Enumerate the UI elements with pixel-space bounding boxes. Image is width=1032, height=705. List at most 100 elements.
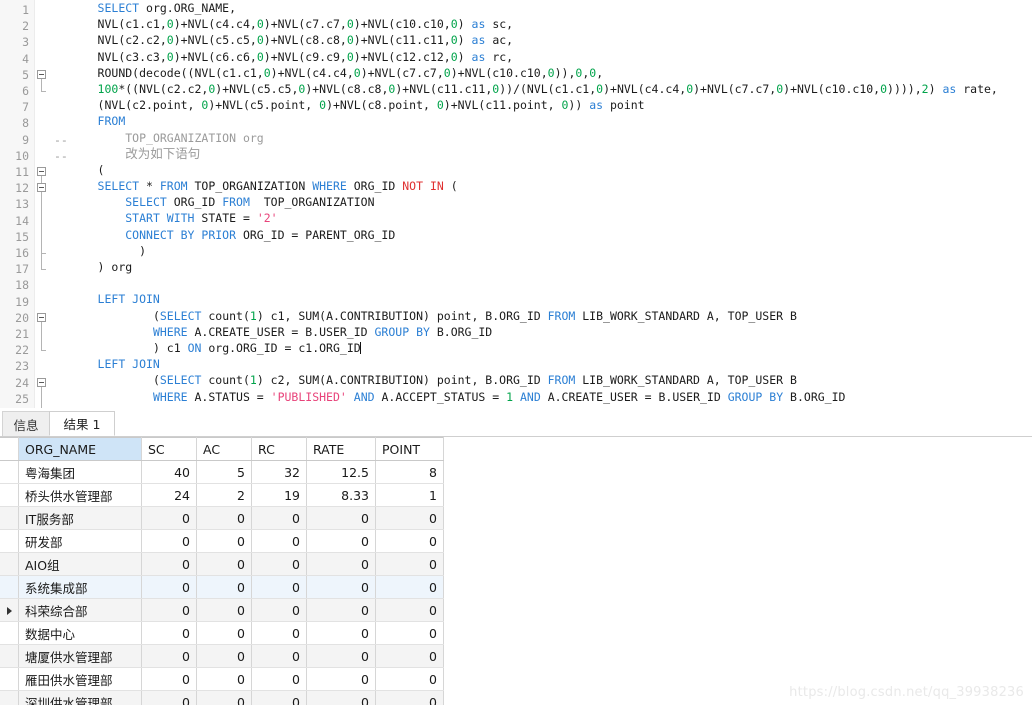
fold-toggle-icon[interactable] <box>37 167 46 176</box>
code-fold-column[interactable] <box>34 0 54 408</box>
row-indicator[interactable] <box>0 483 19 507</box>
cell-point[interactable]: 0 <box>375 552 444 576</box>
cell-sc[interactable]: 0 <box>141 529 197 553</box>
table-row[interactable]: IT服务部 0 0 0 0 0 <box>0 506 444 530</box>
cell-ac[interactable]: 5 <box>196 460 252 484</box>
cell-org_name[interactable]: IT服务部 <box>18 506 142 530</box>
cell-sc[interactable]: 0 <box>141 690 197 705</box>
cell-org_name[interactable]: 雁田供水管理部 <box>18 667 142 691</box>
cell-sc[interactable]: 0 <box>141 552 197 576</box>
cell-rate[interactable]: 0 <box>306 667 376 691</box>
cell-org_name[interactable]: AIO组 <box>18 552 142 576</box>
code-line[interactable]: NVL(c3.c3,0)+NVL(c6.c6,0)+NVL(c9.c9,0)+N… <box>56 49 1032 65</box>
row-indicator[interactable] <box>0 460 19 484</box>
code-line[interactable]: ( <box>56 162 1032 178</box>
cell-rate[interactable]: 0 <box>306 529 376 553</box>
cell-rate[interactable]: 0 <box>306 575 376 599</box>
code-line[interactable]: ) org <box>56 259 1032 275</box>
cell-ac[interactable]: 0 <box>196 690 252 705</box>
code-line[interactable]: ) c1 ON org.ORG_ID = c1.ORG_ID <box>56 340 1032 356</box>
result-grid[interactable]: ORG_NAME SC AC RC RATE POINT 粤海集团 40 5 32 12.5 8 桥头… <box>0 437 1032 705</box>
cell-sc[interactable]: 0 <box>141 575 197 599</box>
cell-sc[interactable]: 40 <box>141 460 197 484</box>
cell-org_name[interactable]: 科荣综合部 <box>18 598 142 622</box>
table-row[interactable]: 科荣综合部 0 0 0 0 0 <box>0 598 444 622</box>
cell-sc[interactable]: 0 <box>141 506 197 530</box>
result-table[interactable]: ORG_NAME SC AC RC RATE POINT 粤海集团 40 5 32 12.5 8 桥头… <box>0 437 444 705</box>
cell-rc[interactable]: 0 <box>251 552 307 576</box>
column-header-org_name[interactable]: ORG_NAME <box>18 437 142 461</box>
cell-rate[interactable]: 0 <box>306 621 376 645</box>
code-line[interactable]: CONNECT BY PRIOR ORG_ID = PARENT_ORG_ID <box>56 227 1032 243</box>
code-line[interactable]: (NVL(c2.point, 0)+NVL(c5.point, 0)+NVL(c… <box>56 97 1032 113</box>
column-header-rc[interactable]: RC <box>251 437 307 461</box>
code-line[interactable]: NVL(c2.c2,0)+NVL(c5.c5,0)+NVL(c8.c8,0)+N… <box>56 32 1032 48</box>
cell-org_name[interactable]: 粤海集团 <box>18 460 142 484</box>
code-line[interactable]: SELECT * FROM TOP_ORGANIZATION WHERE ORG… <box>56 178 1032 194</box>
row-indicator[interactable] <box>0 621 19 645</box>
cell-rate[interactable]: 0 <box>306 690 376 705</box>
sql-editor[interactable]: 1 2 3 4 5 6 7 8 9 10 11 12 13 14 15 16 17 18 19 20 21 22 23 24 2… <box>0 0 1032 408</box>
cell-sc[interactable]: 0 <box>141 598 197 622</box>
table-row[interactable]: AIO组 0 0 0 0 0 <box>0 552 444 576</box>
fold-toggle-icon[interactable] <box>37 377 46 387</box>
row-indicator[interactable] <box>0 575 19 599</box>
cell-ac[interactable]: 0 <box>196 644 252 668</box>
code-line[interactable]: 100*((NVL(c2.c2,0)+NVL(c5.c5,0)+NVL(c8.c… <box>56 81 1032 97</box>
cell-point[interactable]: 0 <box>375 529 444 553</box>
code-line[interactable]: ) <box>56 243 1032 259</box>
cell-point[interactable]: 0 <box>375 506 444 530</box>
cell-org_name[interactable]: 塘厦供水管理部 <box>18 644 142 668</box>
table-row[interactable]: 塘厦供水管理部 0 0 0 0 0 <box>0 644 444 668</box>
code-line[interactable]: WHERE A.CREATE_USER = B.USER_ID GROUP BY… <box>56 324 1032 340</box>
table-row[interactable]: 粤海集团 40 5 32 12.5 8 <box>0 460 444 484</box>
result-table-body[interactable]: 粤海集团 40 5 32 12.5 8 桥头供水管理部 24 2 19 8.33 1 IT服务部 0 0 0 0… <box>0 460 444 705</box>
cell-org_name[interactable]: 研发部 <box>18 529 142 553</box>
code-line[interactable]: (SELECT count(1) c2, SUM(A.CONTRIBUTION)… <box>56 372 1032 388</box>
column-header-rate[interactable]: RATE <box>306 437 376 461</box>
row-indicator[interactable] <box>0 598 19 622</box>
cell-rate[interactable]: 0 <box>306 644 376 668</box>
cell-rc[interactable]: 19 <box>251 483 307 507</box>
cell-org_name[interactable]: 桥头供水管理部 <box>18 483 142 507</box>
cell-rc[interactable]: 0 <box>251 575 307 599</box>
row-indicator[interactable] <box>0 552 19 576</box>
cell-point[interactable]: 0 <box>375 598 444 622</box>
code-lines[interactable]: SELECT org.ORG_NAME, NVL(c1.c1,0)+NVL(c4… <box>56 0 1032 408</box>
result-tab-bar[interactable]: 信息 结果 1 <box>0 408 1032 437</box>
cell-ac[interactable]: 0 <box>196 529 252 553</box>
cell-org_name[interactable]: 数据中心 <box>18 621 142 645</box>
code-line[interactable]: ROUND(decode((NVL(c1.c1,0)+NVL(c4.c4,0)+… <box>56 65 1032 81</box>
fold-toggle-icon[interactable] <box>37 183 46 193</box>
table-row[interactable]: 系统集成部 0 0 0 0 0 <box>0 575 444 599</box>
fold-toggle-icon[interactable] <box>37 69 46 79</box>
code-line[interactable]: SELECT ORG_ID FROM TOP_ORGANIZATION <box>56 194 1032 210</box>
code-line[interactable]: 改为如下语句 <box>56 146 1032 162</box>
code-line[interactable]: TOP_ORGANIZATION org <box>56 130 1032 146</box>
table-row[interactable]: 研发部 0 0 0 0 0 <box>0 529 444 553</box>
cell-rc[interactable]: 0 <box>251 529 307 553</box>
row-indicator[interactable] <box>0 667 19 691</box>
cell-rate[interactable]: 8.33 <box>306 483 376 507</box>
cell-sc[interactable]: 0 <box>141 667 197 691</box>
column-header-sc[interactable]: SC <box>141 437 197 461</box>
code-line[interactable]: (SELECT count(1) c1, SUM(A.CONTRIBUTION)… <box>56 308 1032 324</box>
code-line[interactable]: LEFT JOIN <box>56 356 1032 372</box>
row-indicator[interactable] <box>0 690 19 705</box>
result-tab-2[interactable]: 结果 1 <box>49 411 115 436</box>
row-indicator[interactable] <box>0 529 19 553</box>
cell-point[interactable]: 8 <box>375 460 444 484</box>
cell-org_name[interactable]: 深圳供水管理部 <box>18 690 142 705</box>
code-line[interactable]: WHERE A.STATUS = 'PUBLISHED' AND A.ACCEP… <box>56 389 1032 405</box>
cell-rc[interactable]: 0 <box>251 621 307 645</box>
table-row[interactable]: 桥头供水管理部 24 2 19 8.33 1 <box>0 483 444 507</box>
cell-rate[interactable]: 0 <box>306 552 376 576</box>
table-row[interactable]: 数据中心 0 0 0 0 0 <box>0 621 444 645</box>
cell-ac[interactable]: 0 <box>196 575 252 599</box>
cell-point[interactable]: 0 <box>375 667 444 691</box>
fold-toggle-icon[interactable] <box>37 312 46 322</box>
cell-sc[interactable]: 0 <box>141 621 197 645</box>
cell-point[interactable]: 0 <box>375 644 444 668</box>
cell-sc[interactable]: 24 <box>141 483 197 507</box>
cell-point[interactable]: 1 <box>375 483 444 507</box>
